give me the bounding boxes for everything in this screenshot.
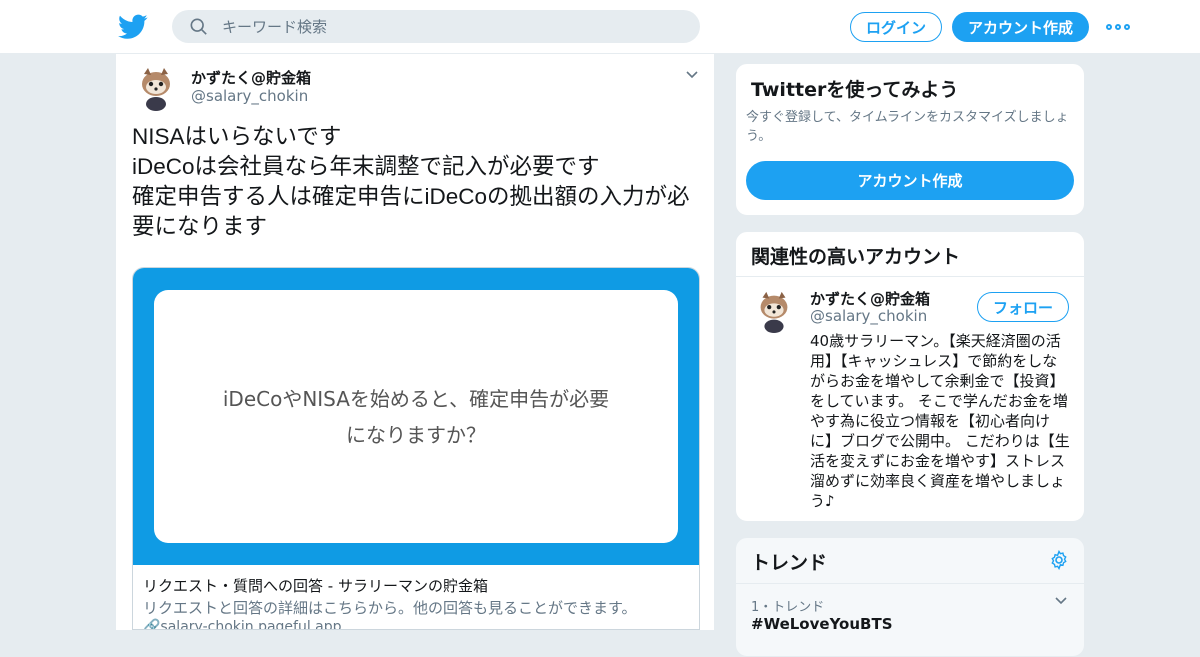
create-account-button[interactable]: アカウント作成 — [746, 161, 1074, 200]
account-name[interactable]: かずたく@貯金箱 — [810, 288, 930, 309]
chevron-down-icon[interactable] — [1054, 596, 1068, 606]
trend-meta: 1・トレンド — [751, 600, 825, 615]
avatar[interactable] — [751, 288, 797, 334]
author-name[interactable]: かずたく@貯金箱 — [191, 67, 311, 88]
trends-panel-title: トレンド — [751, 552, 828, 574]
account-bio: 40歳サラリーマン。【楽天経済圏の活用】【キャッシュレス】で節約をしながらお金を… — [810, 332, 1070, 510]
related-accounts-panel: 関連性の高いアカウント かずたく@貯金箱 @salary_chokin フォロー… — [735, 231, 1085, 522]
card-image-text: iDeCoやNISAを始めると、確定申告が必要になりますか？ — [222, 386, 610, 447]
trend-name[interactable]: #WeLoveYouBTS — [751, 615, 893, 633]
more-options-icon[interactable] — [1106, 17, 1130, 37]
account-handle[interactable]: @salary_chokin — [810, 307, 927, 325]
tweet-detail: かずたく@貯金箱 @salary_chokin NISAはいらないです iDeC… — [115, 54, 715, 630]
signup-panel: Twitterを使ってみよう 今すぐ登録して、タイムラインをカスタマイズしましょ… — [735, 63, 1085, 216]
divider — [736, 583, 1084, 584]
link-card[interactable]: iDeCoやNISAを始めると、確定申告が必要になりますか？ リクエスト・質問へ… — [132, 267, 700, 630]
chevron-down-icon[interactable] — [684, 68, 700, 82]
author-handle[interactable]: @salary_chokin — [191, 87, 308, 105]
login-button[interactable]: ログイン — [850, 12, 942, 42]
card-url[interactable]: 🔗salary-chokin.pageful.app — [143, 619, 342, 629]
tweet-text: NISAはいらないです iDeCoは会社員なら年末調整で記入が必要です 確定申告… — [132, 124, 690, 239]
search-icon — [190, 18, 207, 35]
search-box[interactable] — [172, 10, 700, 43]
search-input[interactable] — [222, 17, 662, 36]
follow-button[interactable]: フォロー — [977, 292, 1069, 322]
divider — [736, 276, 1084, 277]
signup-panel-title: Twitterを使ってみよう — [751, 79, 959, 101]
signup-button[interactable]: アカウント作成 — [952, 12, 1089, 42]
signup-panel-description: 今すぐ登録して、タイムラインをカスタマイズしましょう。 — [746, 110, 1069, 144]
trends-panel: トレンド 1・トレンド #WeLoveYouBTS — [735, 537, 1085, 657]
top-navigation-bar: ログイン アカウント作成 — [0, 0, 1200, 54]
related-panel-title: 関連性の高いアカウント — [751, 246, 961, 268]
twitter-bird-logo-icon[interactable] — [118, 14, 148, 40]
card-title[interactable]: リクエスト・質問への回答 - サラリーマンの貯金箱 — [143, 575, 488, 596]
card-description: リクエストと回答の詳細はこちらから。他の回答も見ることができます。 — [143, 599, 637, 617]
gear-icon[interactable] — [1049, 550, 1069, 570]
avatar[interactable] — [132, 64, 180, 112]
card-image: iDeCoやNISAを始めると、確定申告が必要になりますか？ — [133, 268, 699, 565]
